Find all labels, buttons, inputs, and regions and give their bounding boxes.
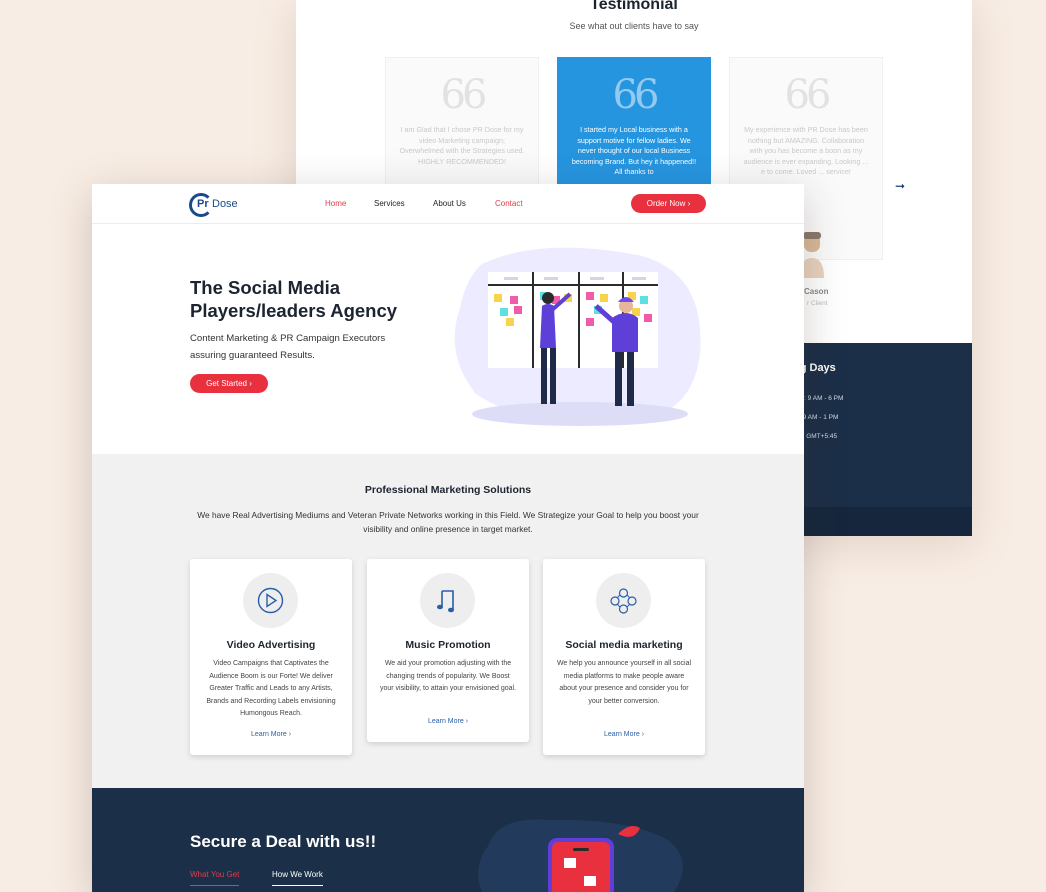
quote-icon: 66 [440,72,488,118]
nav-about-us[interactable]: About Us [433,199,466,208]
nav-home[interactable]: Home [325,199,346,208]
deal-section: Secure a Deal with us!! What You Get How… [92,788,804,892]
nav-services[interactable]: Services [374,199,405,208]
tab-how-we-work[interactable]: How We Work [272,870,323,886]
testimonial-text: I am Glad that I chose PR Dose for my vi… [399,125,525,166]
service-title: Video Advertising [226,639,316,651]
client-name: Cason [804,287,829,296]
testimonial-subtitle: See what out clients have to say [569,21,699,31]
testimonial-text: My experience with PR Dose has been noth… [743,125,869,176]
client-role: r Client [807,300,828,307]
logo-pr-text: Pr [197,198,209,210]
service-text: We aid your promotion adjusting with the… [379,660,517,693]
testimonial-title: Testimonial [590,0,678,13]
tab-what-you-get[interactable]: What You Get [190,870,240,886]
logo[interactable]: Pr Dose [189,193,245,217]
hero-description: Content Marketing & PR Campaign Executor… [190,333,386,361]
logo-dose-text: Dose [212,198,238,210]
working-hours-line: : 9 AM - 1 PM [799,414,839,421]
working-hours-line: s : 9 AM - 6 PM [799,395,844,402]
next-arrow-icon[interactable]: ➞ [895,179,905,193]
solutions-title: Professional Marketing Solutions [364,484,532,496]
service-card-social[interactable]: Social media marketing We help you annou… [543,559,705,755]
get-started-button[interactable]: Get Started › [190,374,268,393]
timezone-line: e: GMT+5:45 [799,433,838,440]
home-page-preview: Pr Dose Home Services About Us Contact O… [92,184,804,892]
quote-icon: 66 [612,72,660,118]
testimonial-text: I started my Local business with a suppo… [571,125,697,176]
service-card-video[interactable]: Video Advertising Video Campaigns that C… [190,559,352,755]
learn-more-link[interactable]: Learn More › [367,718,529,725]
solutions-description: We have Real Advertising Mediums and Vet… [197,510,699,534]
navbar: Pr Dose Home Services About Us Contact O… [92,184,804,224]
learn-more-link[interactable]: Learn More › [190,731,352,738]
order-now-button[interactable]: Order Now › [631,194,706,213]
nav-contact[interactable]: Contact [495,199,523,208]
social-network-icon [596,573,651,628]
learn-more-link[interactable]: Learn More › [543,731,705,738]
phone-illustration [478,819,683,892]
service-card-music[interactable]: Music Promotion We aid your promotion ad… [367,559,529,742]
quote-icon: 66 [784,72,832,118]
deal-title: Secure a Deal with us!! [190,832,377,851]
solutions-section: Professional Marketing Solutions We have… [92,454,804,788]
play-circle-icon [243,573,298,628]
hero-title: The Social Media Players/leaders Agency [190,277,398,321]
music-note-icon [420,573,475,628]
service-text: Video Campaigns that Captivates the Audi… [206,660,336,718]
service-text: We help you announce yourself in all soc… [556,660,692,705]
service-title: Music Promotion [405,639,491,651]
service-title: Social media marketing [565,639,683,651]
hero-illustration [454,247,701,426]
